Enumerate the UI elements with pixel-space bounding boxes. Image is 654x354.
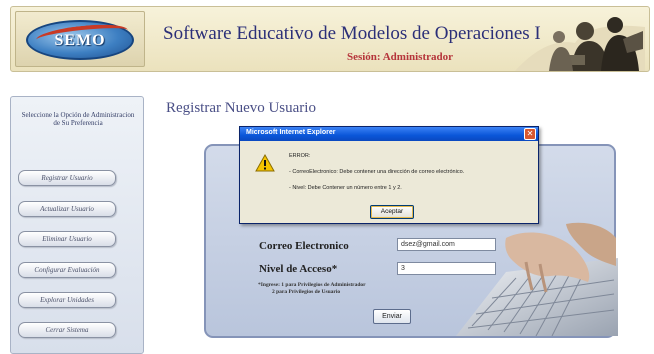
header-banner: SEMO Software Educativo de Modelos de Op… (10, 6, 650, 72)
dialog-ok-button[interactable]: Aceptar (370, 205, 414, 219)
dialog-close-icon[interactable]: ✕ (524, 128, 536, 140)
access-help-line-1: *Ingrese: 1 para Privilegios de Administ… (258, 282, 366, 288)
dialog-error-line-2: - Nivel: Debe Contener un número entre 1… (289, 185, 402, 191)
dialog-error-line-1: - CorreoElectronico: Debe contener una d… (289, 169, 465, 175)
access-level-label: Nivel de Acceso* (259, 263, 338, 275)
dialog-title: Microsoft Internet Explorer (246, 129, 336, 136)
page-title: Registrar Nuevo Usuario (166, 100, 316, 116)
sidebar-heading: Seleccione la Opción de Administracion d… (21, 111, 135, 127)
error-alert-dialog: Microsoft Internet Explorer ✕ ERROR: - C… (239, 126, 539, 224)
sidebar-button-explorar-unidades[interactable]: Explorar Unidades (18, 292, 116, 308)
email-label: Correo Electronico (259, 240, 349, 252)
sidebar-button-configurar-evaluacion[interactable]: Configurar Evaluación (18, 262, 116, 278)
admin-sidebar: Seleccione la Opción de Administracion d… (10, 96, 144, 354)
email-field[interactable]: dsez@gmail.com (397, 238, 496, 251)
app-title: Software Educativo de Modelos de Operaci… (163, 23, 541, 44)
submit-button[interactable]: Enviar (373, 309, 411, 324)
sidebar-button-actualizar-usuario[interactable]: Actualizar Usuario (18, 201, 116, 217)
sidebar-button-registrar-usuario[interactable]: Registrar Usuario (18, 170, 116, 186)
students-silhouette-image (515, 17, 645, 71)
keyboard-hands-image (456, 222, 618, 336)
sidebar-button-eliminar-usuario[interactable]: Eliminar Usuario (18, 231, 116, 247)
logo-text: SEMO (54, 32, 106, 49)
access-level-help: *Ingrese: 1 para Privilegios de Administ… (258, 282, 378, 295)
dialog-error-heading: ERROR: (289, 153, 311, 159)
sidebar-button-cerrar-sistema[interactable]: Cerrar Sistema (18, 322, 116, 338)
warning-icon (255, 154, 275, 172)
access-level-field[interactable]: 3 (397, 262, 496, 275)
access-help-line-2: 2 para Privilegios de Usuario (272, 288, 341, 295)
dialog-titlebar[interactable]: Microsoft Internet Explorer ✕ (240, 127, 538, 141)
